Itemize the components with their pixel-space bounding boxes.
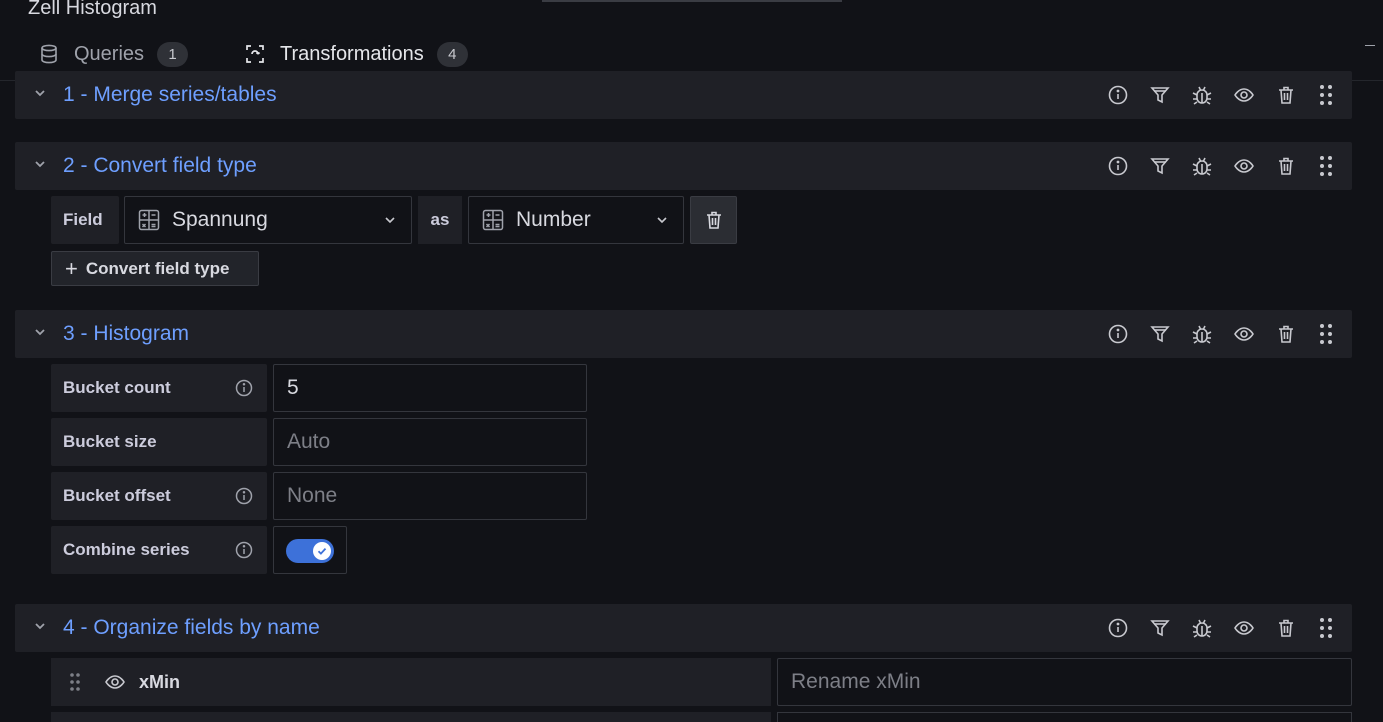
eye-icon[interactable] (1223, 151, 1265, 181)
transformation-actions (1097, 142, 1307, 190)
bucket-offset-label-text: Bucket offset (63, 486, 171, 505)
transformations-count-badge: 4 (436, 41, 468, 67)
transformation-title[interactable]: 3 - Histogram (63, 322, 189, 346)
bug-icon[interactable] (1181, 151, 1223, 181)
eye-icon[interactable] (1223, 80, 1265, 110)
transformation-actions (1097, 310, 1307, 358)
info-icon[interactable] (235, 487, 253, 505)
field-type-icon (138, 209, 160, 231)
panel-title-input-edge (542, 0, 842, 2)
organize-field-row-next (51, 712, 771, 722)
transformation-header-1: 1 - Merge series/tables (15, 71, 1352, 119)
drag-handle-icon[interactable] (1316, 154, 1336, 178)
info-icon[interactable] (1097, 319, 1139, 349)
type-select[interactable]: Number (468, 196, 684, 244)
chevron-down-icon (385, 217, 395, 224)
bucket-offset-input[interactable]: None (273, 472, 587, 520)
drag-handle-icon[interactable] (1316, 83, 1336, 107)
add-convert-field-type-label: Convert field type (85, 258, 230, 278)
tab-transformations-label: Transformations (280, 42, 424, 65)
organize-field-name: xMin (139, 671, 181, 692)
collapse-icon[interactable] (1365, 45, 1375, 46)
trash-icon[interactable] (1265, 151, 1307, 181)
bucket-size-input[interactable]: Auto (273, 418, 587, 466)
drag-handle-icon[interactable] (1316, 322, 1336, 346)
type-select-value: Number (516, 208, 591, 231)
transformation-title[interactable]: 1 - Merge series/tables (63, 83, 277, 107)
info-icon[interactable] (1097, 80, 1139, 110)
transformation-header-2: 2 - Convert field type (15, 142, 1352, 190)
delete-conversion-button[interactable] (690, 196, 737, 244)
rename-field-input-next[interactable] (777, 712, 1352, 722)
add-convert-field-type-button[interactable]: + Convert field type (51, 251, 259, 286)
as-label: as (418, 196, 462, 244)
transform-icon (244, 43, 266, 65)
database-icon (38, 43, 60, 65)
transformation-title[interactable]: 2 - Convert field type (63, 154, 257, 178)
transformation-header-4: 4 - Organize fields by name (15, 604, 1352, 652)
eye-icon[interactable] (104, 671, 126, 693)
combine-series-toggle[interactable] (286, 539, 334, 563)
transformation-header-3: 3 - Histogram (15, 310, 1352, 358)
field-type-icon (482, 209, 504, 231)
tab-queries-label: Queries (74, 42, 145, 65)
eye-icon[interactable] (1223, 319, 1265, 349)
drag-handle-icon[interactable] (1316, 616, 1336, 640)
check-icon (313, 542, 331, 560)
field-label: Field (51, 196, 119, 244)
bug-icon[interactable] (1181, 319, 1223, 349)
chevron-down-icon[interactable] (32, 324, 48, 340)
filter-icon[interactable] (1139, 80, 1181, 110)
eye-icon[interactable] (1223, 613, 1265, 643)
bucket-count-label-text: Bucket count (63, 378, 171, 397)
chevron-down-icon[interactable] (32, 156, 48, 172)
filter-icon[interactable] (1139, 151, 1181, 181)
panel-title: Zell Histogram (28, 0, 157, 19)
field-select[interactable]: Spannung (124, 196, 412, 244)
trash-icon[interactable] (1265, 613, 1307, 643)
field-select-value: Spannung (172, 208, 268, 231)
bucket-count-input[interactable]: 5 (273, 364, 587, 412)
transformation-actions (1097, 604, 1307, 652)
combine-series-field (273, 526, 347, 574)
transformation-title[interactable]: 4 - Organize fields by name (63, 616, 320, 640)
plus-icon: + (65, 255, 78, 281)
info-icon[interactable] (1097, 151, 1139, 181)
queries-count-badge: 1 (157, 41, 189, 67)
trash-icon[interactable] (1265, 319, 1307, 349)
combine-series-label-text: Combine series (63, 540, 190, 559)
drag-handle-icon[interactable] (68, 671, 82, 693)
bug-icon[interactable] (1181, 613, 1223, 643)
chevron-down-icon[interactable] (32, 85, 48, 101)
chevron-down-icon[interactable] (32, 618, 48, 634)
info-icon[interactable] (235, 541, 253, 559)
transformation-actions (1097, 71, 1307, 119)
bug-icon[interactable] (1181, 80, 1223, 110)
trash-icon[interactable] (1265, 80, 1307, 110)
info-icon[interactable] (1097, 613, 1139, 643)
bucket-size-label: Bucket size (51, 418, 267, 466)
filter-icon[interactable] (1139, 319, 1181, 349)
trash-icon (706, 211, 721, 229)
rename-field-input[interactable]: Rename xMin (777, 658, 1352, 706)
info-icon[interactable] (235, 379, 253, 397)
organize-field-row: xMin (51, 658, 771, 706)
filter-icon[interactable] (1139, 613, 1181, 643)
bucket-size-label-text: Bucket size (63, 432, 157, 451)
chevron-down-icon (657, 217, 667, 224)
